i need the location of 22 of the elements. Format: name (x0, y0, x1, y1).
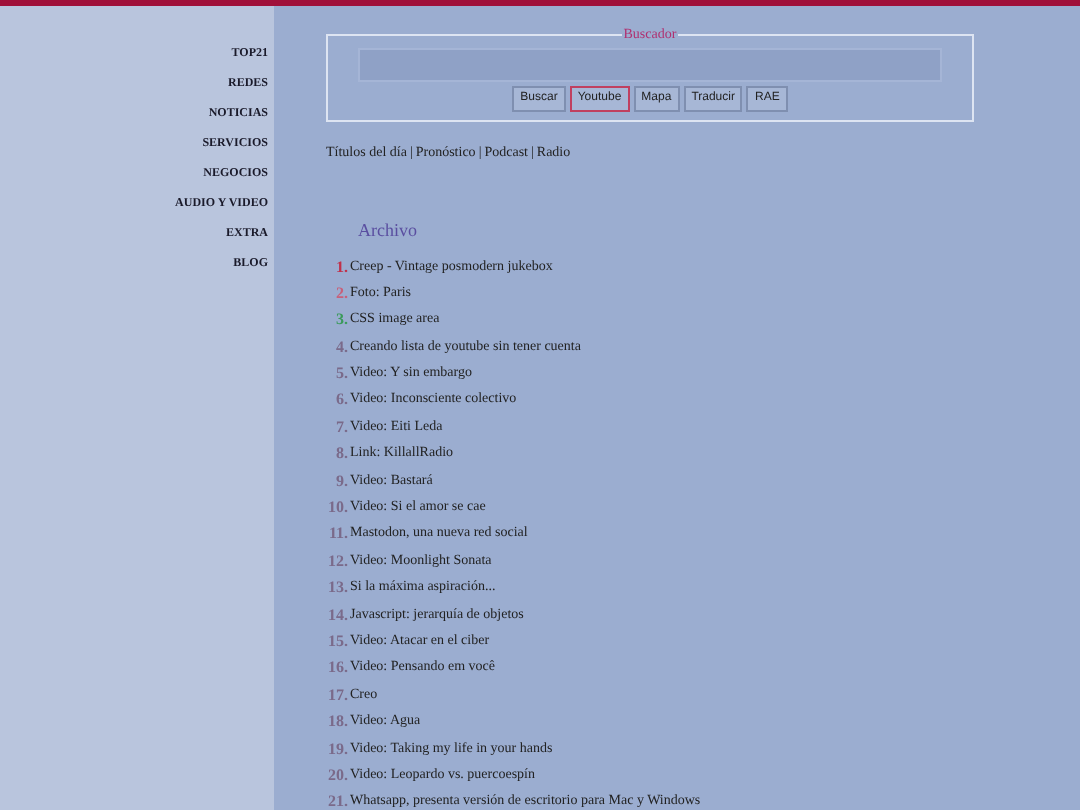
list-number: 4. (334, 337, 350, 356)
list-number: 21. (326, 792, 350, 810)
list-number: 12. (326, 551, 350, 570)
list-number: 20. (326, 765, 350, 784)
list-number: 11. (326, 524, 350, 543)
list-number: 16. (326, 658, 350, 677)
list-number: 1. (334, 257, 350, 275)
list-number: 17. (326, 685, 350, 704)
list-number: 10. (326, 498, 350, 517)
list-number: 18. (326, 712, 350, 731)
list-number: 3. (334, 310, 350, 329)
list-number: 14. (326, 605, 350, 624)
list-number: 9. (334, 471, 350, 490)
list-number: 7. (334, 417, 350, 436)
list-number: 2. (334, 283, 350, 302)
list-number: 13. (326, 578, 350, 597)
list-number: 19. (326, 739, 350, 758)
list-number: 8. (334, 444, 350, 463)
list-number: 5. (334, 364, 350, 383)
archive-heading: Archivo (358, 218, 419, 244)
list-number: 6. (334, 390, 350, 409)
list-number: 15. (326, 631, 350, 650)
